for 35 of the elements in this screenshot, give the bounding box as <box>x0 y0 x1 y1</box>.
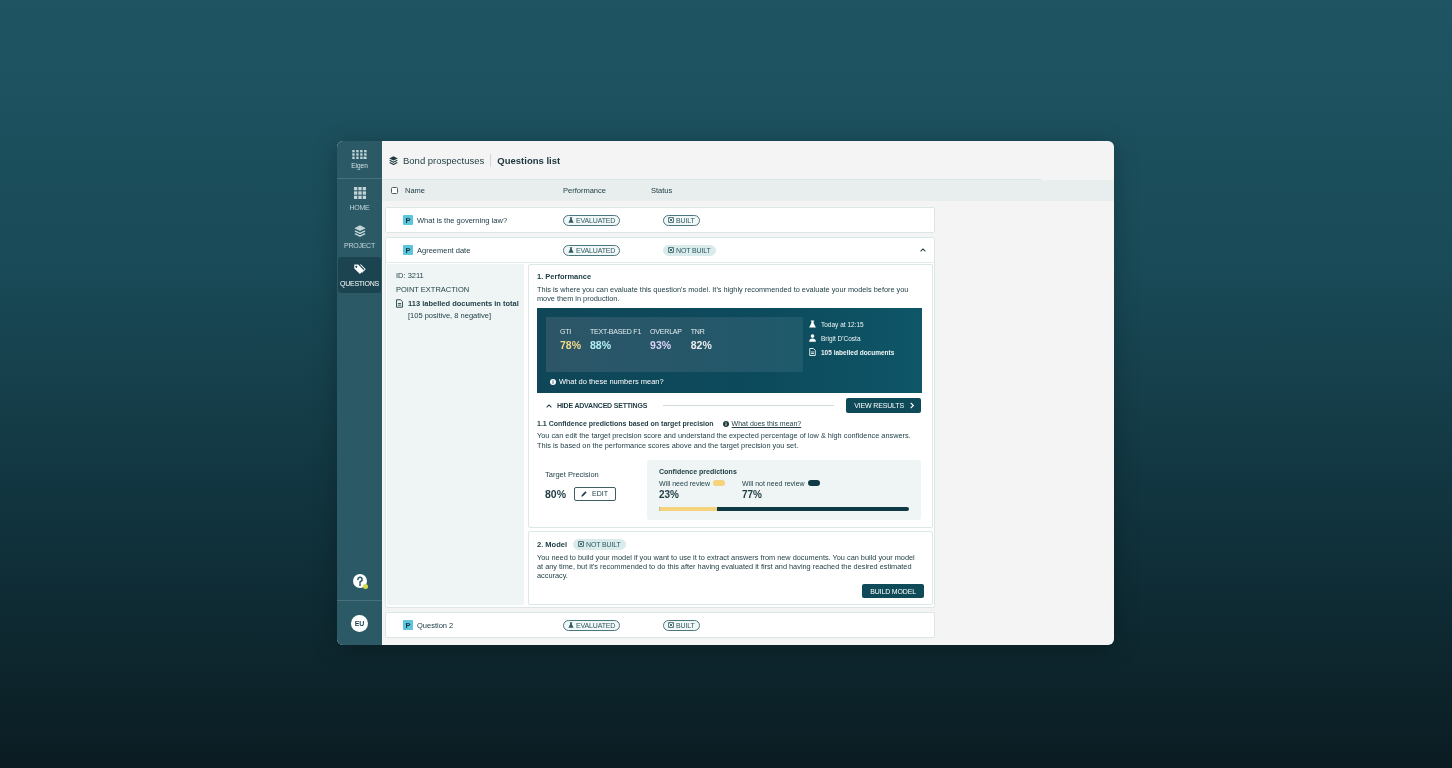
flask-icon <box>809 320 816 329</box>
project-breadcrumb[interactable]: Bond prospectuses <box>403 154 485 166</box>
target-precision-value: 80% <box>545 487 566 500</box>
select-all-checkbox[interactable] <box>391 187 398 194</box>
metric-value: 78% <box>560 339 581 352</box>
box-icon <box>578 541 584 548</box>
metric-value: 82% <box>690 339 712 352</box>
tag-icon <box>353 263 366 275</box>
person-icon <box>809 334 816 343</box>
grid-icon <box>353 187 366 199</box>
flask-icon <box>568 622 574 629</box>
prediction-share: 77% <box>741 488 763 500</box>
flask-icon <box>568 217 574 223</box>
info-icon <box>550 378 556 385</box>
collapse-button[interactable] <box>920 248 926 252</box>
layers-icon <box>353 225 366 237</box>
document-icon <box>396 299 403 308</box>
pencil-icon <box>581 490 587 497</box>
logo-icon[interactable] <box>352 150 367 159</box>
layers-icon <box>389 155 398 165</box>
document-icon <box>809 348 816 357</box>
info-icon <box>722 420 729 427</box>
chevron-right-icon <box>910 402 914 410</box>
box-icon <box>668 622 674 629</box>
metric-value: 93% <box>650 339 672 352</box>
metric-value: 88% <box>590 339 612 352</box>
chevron-up-icon <box>920 248 926 252</box>
box-icon <box>668 217 674 223</box>
question-row[interactable] <box>385 237 935 609</box>
prediction-share: 23% <box>659 488 680 500</box>
page-title: Questions list <box>497 154 561 166</box>
help-icon[interactable] <box>352 574 367 588</box>
chevron-up-icon <box>546 403 552 408</box>
box-icon <box>668 247 674 253</box>
flask-icon <box>568 247 574 253</box>
